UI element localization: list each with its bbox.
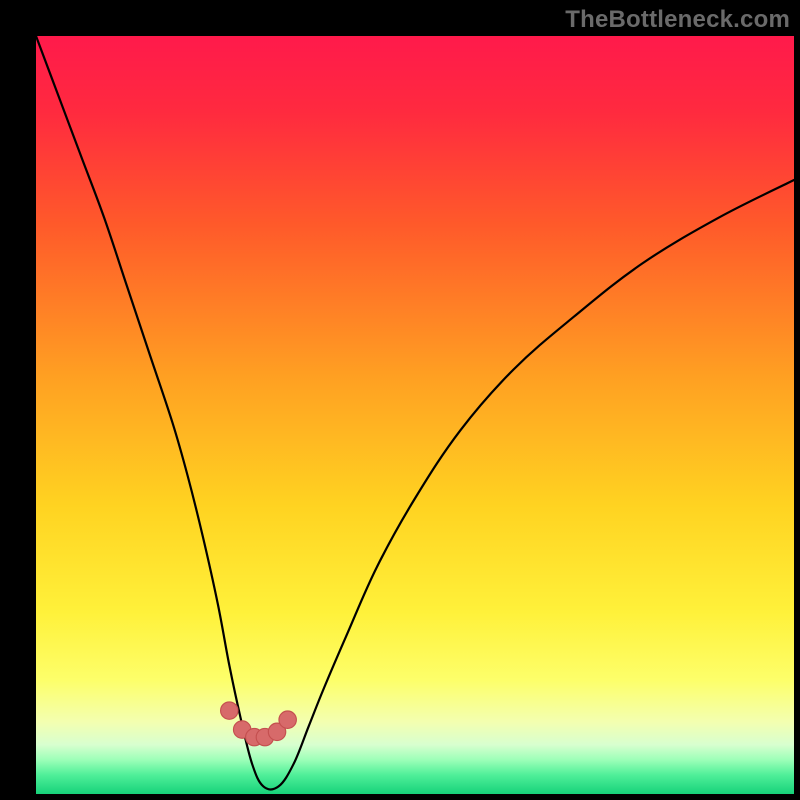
plot-area (36, 36, 794, 794)
curve-markers (221, 702, 297, 746)
chart-frame: TheBottleneck.com (0, 0, 800, 800)
chart-svg (36, 36, 794, 794)
bottleneck-curve (36, 36, 794, 789)
curve-marker (221, 702, 238, 719)
curve-marker (279, 711, 296, 728)
watermark-text: TheBottleneck.com (565, 6, 790, 34)
